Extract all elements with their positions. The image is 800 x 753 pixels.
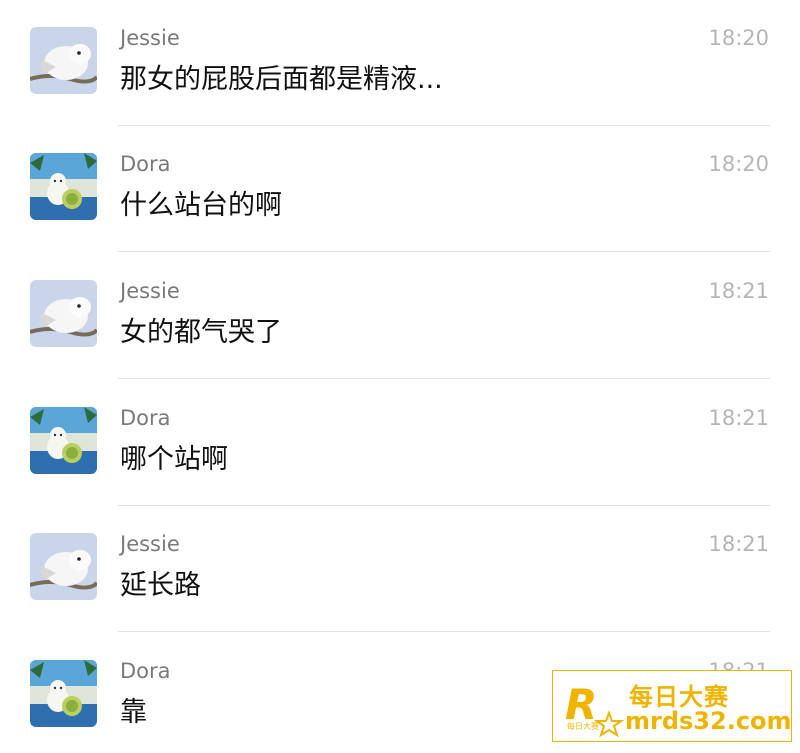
message-preview: 女的都气哭了 [120,317,282,348]
cat-avatar-icon [30,153,97,220]
message-time: 18:20 [708,152,769,176]
sender-name: Dora [120,659,171,683]
sender-name: Jessie [120,26,180,50]
message-time: 18:21 [708,279,769,303]
avatar-jessie[interactable] [30,27,97,94]
divider [118,631,770,632]
avatar-dora[interactable] [30,660,97,727]
sender-name: Dora [120,152,171,176]
watermark-logo-icon: R 每日大赛 [565,680,625,738]
cat-avatar-icon [30,660,97,727]
bird-avatar-icon [30,533,97,600]
cat-avatar-icon [30,407,97,474]
avatar-jessie[interactable] [30,280,97,347]
avatar-dora[interactable] [30,407,97,474]
bird-avatar-icon [30,280,97,347]
sender-name: Jessie [120,279,180,303]
message-time: 18:21 [708,532,769,556]
chat-message-item[interactable]: Jessie 18:21 延长路 [0,506,800,632]
message-preview: 靠 [120,697,147,728]
message-preview: 延长路 [120,570,201,601]
sender-name: Jessie [120,532,180,556]
bird-avatar-icon [30,27,97,94]
chat-message-item[interactable]: Jessie 18:20 那女的屁股后面都是精液... [0,0,800,126]
message-time: 18:21 [708,406,769,430]
chat-message-item[interactable]: Jessie 18:21 女的都气哭了 [0,253,800,379]
message-preview: 什么站台的啊 [120,190,282,221]
message-preview: 那女的屁股后面都是精液... [120,64,443,95]
chat-message-item[interactable]: Dora 18:20 什么站台的啊 [0,126,800,252]
divider [118,251,770,252]
sender-name: Dora [120,406,171,430]
divider [118,378,770,379]
chat-history-list: Jessie 18:20 那女的屁股后面都是精液... Dora 18:20 什… [0,0,800,753]
watermark-url: mrds32.com [625,707,792,735]
watermark-badge: R 每日大赛 每日大赛 mrds32.com [552,670,792,742]
chat-message-item[interactable]: Dora 18:21 哪个站啊 [0,380,800,506]
watermark-logo-small-text: 每日大赛 [567,721,599,731]
avatar-dora[interactable] [30,153,97,220]
message-time: 18:20 [708,26,769,50]
message-preview: 哪个站啊 [120,444,228,475]
avatar-jessie[interactable] [30,533,97,600]
